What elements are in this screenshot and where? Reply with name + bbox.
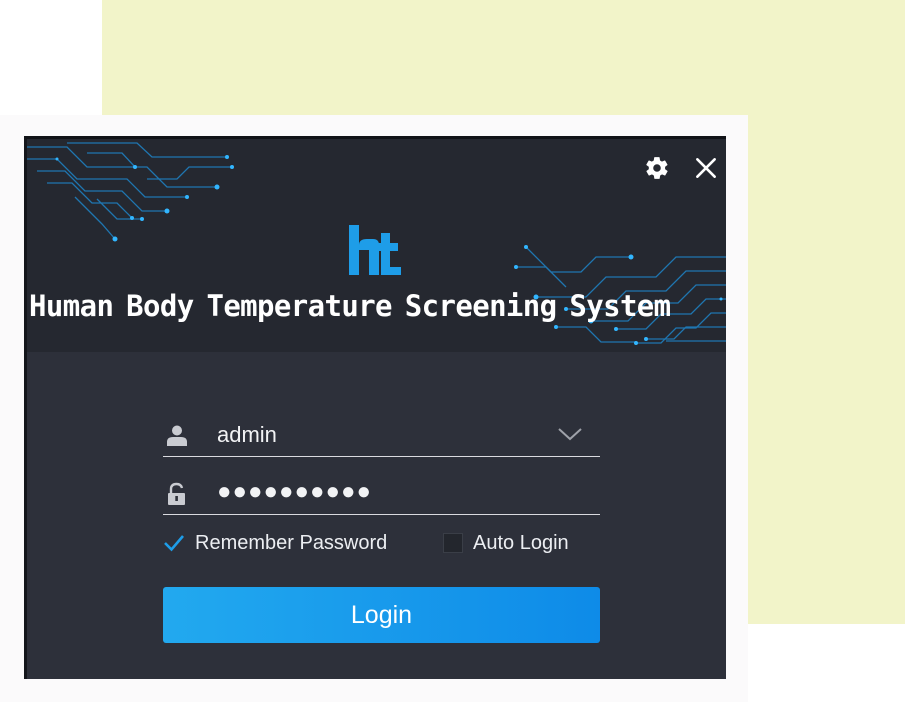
auto-login-checkbox[interactable] xyxy=(443,533,463,553)
checkmark-icon[interactable] xyxy=(163,532,185,554)
lock-icon xyxy=(168,482,185,505)
login-header: Human Body Temperature Screening System xyxy=(27,139,726,352)
gear-icon xyxy=(646,157,668,179)
circuit-decoration-left xyxy=(27,142,234,242)
remember-password-label: Remember Password xyxy=(195,531,388,554)
username-field[interactable]: admin xyxy=(163,414,600,457)
app-logo xyxy=(349,225,401,275)
auto-login-option[interactable]: Auto Login xyxy=(443,530,569,556)
chevron-down-icon[interactable] xyxy=(556,424,584,444)
password-value[interactable]: ●●●●●●●●●● xyxy=(217,478,372,506)
username-value[interactable]: admin xyxy=(217,422,277,448)
settings-button[interactable] xyxy=(644,155,670,181)
auto-login-label: Auto Login xyxy=(473,531,569,554)
remember-password-option[interactable]: Remember Password xyxy=(163,530,387,556)
close-icon xyxy=(696,158,716,178)
password-field[interactable]: ●●●●●●●●●● xyxy=(163,472,600,515)
close-button[interactable] xyxy=(693,155,719,181)
app-title: Human Body Temperature Screening System xyxy=(29,289,671,323)
login-button[interactable]: Login xyxy=(163,587,600,643)
login-window: Human Body Temperature Screening System … xyxy=(24,136,726,679)
user-icon xyxy=(167,425,187,446)
